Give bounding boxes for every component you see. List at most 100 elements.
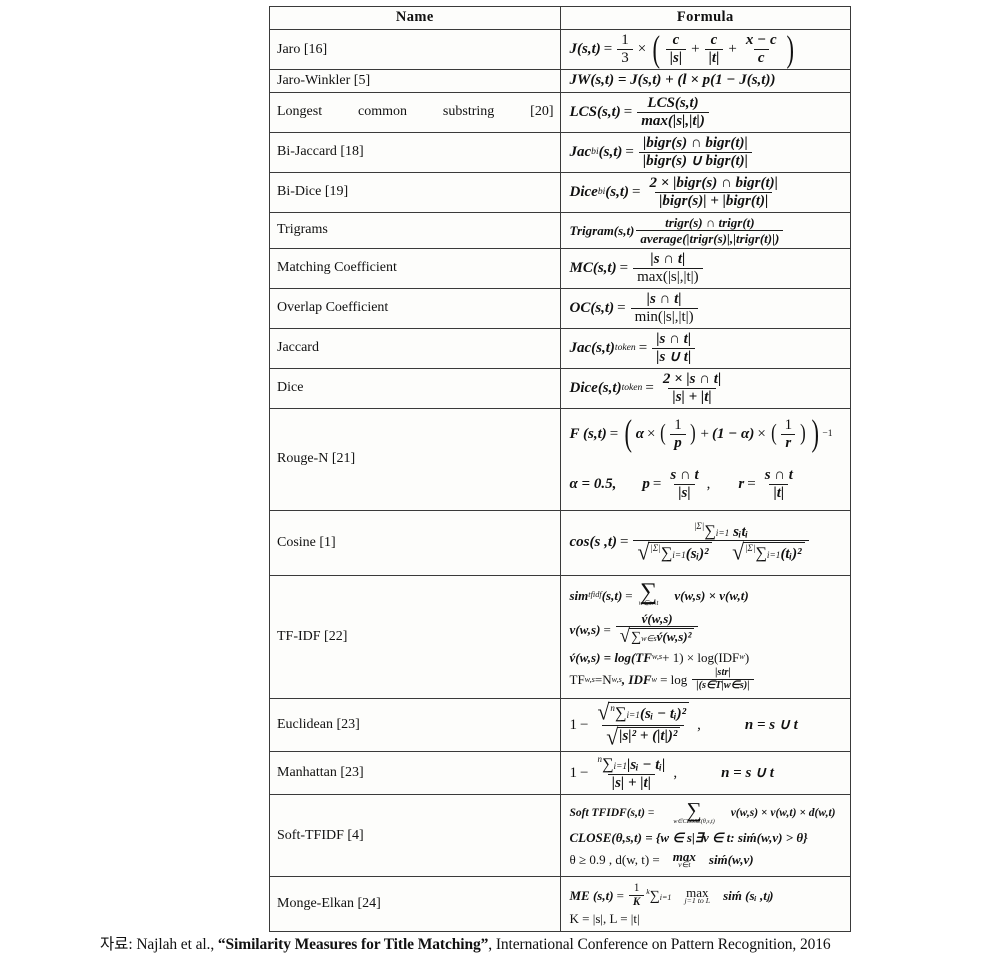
rouge-p-equals: = [652, 475, 662, 492]
rouge-alpha-value: α = 0.5, [569, 475, 617, 492]
cosine-den-b-lower: i=1 [766, 551, 781, 562]
sigma-icon: ∑ [614, 703, 627, 722]
monge-elkan-sum-lower: i=1 [659, 892, 672, 902]
cosine-den-b-sigma-icon: ∑ [755, 544, 767, 563]
dice-equals: = [645, 379, 654, 396]
measure-name-bi-jaccard: Bi-Jaccard [18] [269, 131, 561, 173]
rouge-one-minus-alpha: (1 − α) [711, 425, 755, 442]
rouge-p-den: |s| [674, 483, 695, 501]
tfidf-vhat-b: + 1) × log(IDF [662, 649, 740, 665]
measure-name-soft-tfidf: Soft-TFIDF [4] [269, 794, 561, 877]
soft-tfidf-lhs: Soft TFIDF(s,t) [569, 806, 645, 819]
bi-jaccard-den: |bigr(s) ∪ bigr(t)| [638, 151, 752, 169]
measure-name-jaro: Jaro [16] [269, 29, 561, 70]
formula-rouge-n: F (s,t) = ( α × ( 1 p ) + (1 − α) × (1 … [559, 407, 851, 511]
lcs-lhs: LCS(s,t) [569, 103, 621, 120]
jaro-t1-den: |s| [665, 49, 687, 66]
formula-bi-dice: Dice bi (s,t) = 2 × |bigr(s) ∩ bigr(t)| |b… [559, 171, 851, 213]
tfidf-n-label: =N [594, 672, 612, 688]
table-row: Longest common substring [20] LCS(s,t) =… [269, 91, 851, 133]
soft-tfidf-sim-term: siḿ(w,v) [708, 851, 754, 867]
open-paren-icon: ( [660, 420, 667, 447]
rouge-lhs: F (s,t) [569, 425, 607, 442]
euclidean-comma: , [697, 716, 701, 733]
jaro-t1-num: c [672, 32, 680, 48]
jaccard-equals: = [638, 339, 648, 356]
euclidean-sum-lower: i=1 [626, 710, 640, 721]
measure-name-jaro-winkler: Jaro-Winkler [5] [269, 69, 561, 93]
trigrams-num: trigr(s) ∩ trigr(t) [665, 214, 755, 230]
caption-prefix: 자료: [100, 936, 133, 953]
overlap-num: |s ∩ t| [646, 290, 682, 307]
rouge-plus: + [700, 425, 709, 442]
overlap-lhs: OC(s,t) [569, 299, 615, 316]
measure-name-matching-coefficient: Matching Coefficient [269, 247, 561, 289]
cosine-lhs: cos(s ,t) [569, 534, 618, 551]
measure-name-cosine: Cosine [1] [269, 509, 561, 577]
soft-tfidf-sum-limit: w∈CLOSE(θ,s,t) [673, 818, 715, 825]
rouge-r-equals: = [747, 475, 756, 492]
bi-jaccard-lhs: Jac [569, 143, 592, 160]
tfidf-v-equals: = [603, 622, 611, 638]
tfidf-v-den-term: v́(w,s)² [656, 629, 692, 645]
overlap-equals: = [617, 299, 626, 316]
measure-name-lcs: Longest common substring [20] [269, 91, 561, 133]
caption-rest: , International Conference on Pattern Re… [488, 936, 831, 953]
sigma-icon: ∑ [686, 798, 702, 823]
rouge-r-num: s ∩ t [764, 466, 793, 483]
measure-name-tf-idf: TF-IDF [22] [269, 575, 561, 699]
tfidf-vhat-a: v́(w,s) = log(TF [569, 649, 652, 665]
table-row: Bi-Jaccard [18] Jac bi (s,t) = |bigr(s) ∩ … [269, 131, 851, 173]
monge-elkan-max-sub: j=1 to L [684, 895, 711, 905]
caption-authors: Najlah et al., [136, 936, 215, 953]
dice-sub: token [621, 382, 643, 394]
rouge-times-2: × [757, 425, 766, 442]
table-row: Dice Dice(s,t) token = 2 × |s ∩ t| |s| + … [269, 367, 851, 409]
tfidf-idf-equals-log: = log [660, 672, 688, 688]
open-paren-icon: ( [770, 420, 777, 447]
table-row: Matching Coefficient MC(s,t) = |s ∩ t| m… [269, 247, 851, 289]
rouge-exponent: −1 [822, 428, 833, 440]
rouge-alpha: α [635, 425, 645, 442]
manhattan-condition: n = s ∪ t [721, 764, 774, 781]
similarity-measures-table: Name Formula Jaro [16] J(s,t) = 1 3 × (… [269, 6, 851, 932]
soft-tfidf-equals: = [647, 806, 655, 819]
radical-icon: √ [597, 699, 610, 725]
rouge-p-lhs: p [642, 475, 650, 492]
rouge-inv-p-num: 1 [674, 416, 682, 433]
cosine-equals: = [620, 534, 629, 551]
matching-den: max(|s|,|t|) [633, 267, 703, 285]
soft-tfidf-max-sub: v∈t [678, 859, 691, 869]
table-row: Euclidean [23] 1 − √ n∑i=1(sᵢ − tᵢ)² √ |… [269, 697, 851, 753]
table-row: Overlap Coefficient OC(s,t) = |s ∩ t| mi… [269, 287, 851, 329]
formula-monge-elkan: ME (s,t) = 1 K k∑i=1 max j=1 to L siḿ (… [559, 875, 851, 932]
rouge-equals: = [609, 425, 619, 442]
table-row: Monge-Elkan [24] ME (s,t) = 1 K k∑i=1 ma… [269, 875, 851, 932]
tfidf-v-num: v́(w,s) [641, 611, 673, 627]
rouge-r-den: |t| [769, 483, 789, 501]
euclidean-minus: − [580, 716, 589, 733]
euclidean-condition: n = s ∪ t [744, 716, 798, 733]
formula-jaro: J(s,t) = 1 3 × ( c |s| + c |t| + x − c c… [559, 29, 851, 70]
formula-tf-idf: sim tfidf (s,t) = ∑ w∈s∩t v(w,s) × v(w,t) [559, 575, 851, 699]
measure-name-monge-elkan: Monge-Elkan [24] [269, 875, 561, 932]
jaro-plus-1: + [691, 41, 700, 57]
jaro-third-num: 1 [621, 32, 629, 48]
formula-jaro-winkler: JW(s,t) = J(s,t) + (l × p(1 − J(s,t)) [559, 69, 851, 93]
formula-manhattan: 1 − n∑i=1|sᵢ − tᵢ| |s| + |t| , n = s ∪ t [559, 751, 851, 796]
tfidf-tf-sub: w,s [584, 674, 595, 684]
trigrams-den: average(|trigr(s)|,|trigr(t)|) [636, 229, 784, 245]
table-row: Jaro [16] J(s,t) = 1 3 × (c |s| + c |t|… [269, 29, 851, 70]
rouge-inv-p-den: p [670, 433, 686, 451]
close-paren-icon: ) [689, 420, 696, 447]
table-row: Soft-TFIDF [4] Soft TFIDF(s,t) = ∑ w∈CLO… [269, 794, 851, 877]
overlap-den: min(|s|,|t|) [630, 307, 698, 325]
rouge-times-1: × [647, 425, 656, 442]
lcs-num: LCS(s,t) [647, 94, 699, 111]
similarity-measures-table-container: Name Formula Jaro [16] J(s,t) = 1 3 × (… [269, 6, 851, 932]
measure-name-manhattan: Manhattan [23] [269, 751, 561, 796]
formula-trigrams: Trigram(s,t) trigr(s) ∩ trigr(t) average… [559, 211, 851, 249]
caption-title: “Similarity Measures for Title Matching” [217, 936, 489, 953]
euclidean-den-term: |s|² + (|t|)² [617, 726, 681, 749]
jaro-lhs: J(s,t) [569, 41, 601, 57]
